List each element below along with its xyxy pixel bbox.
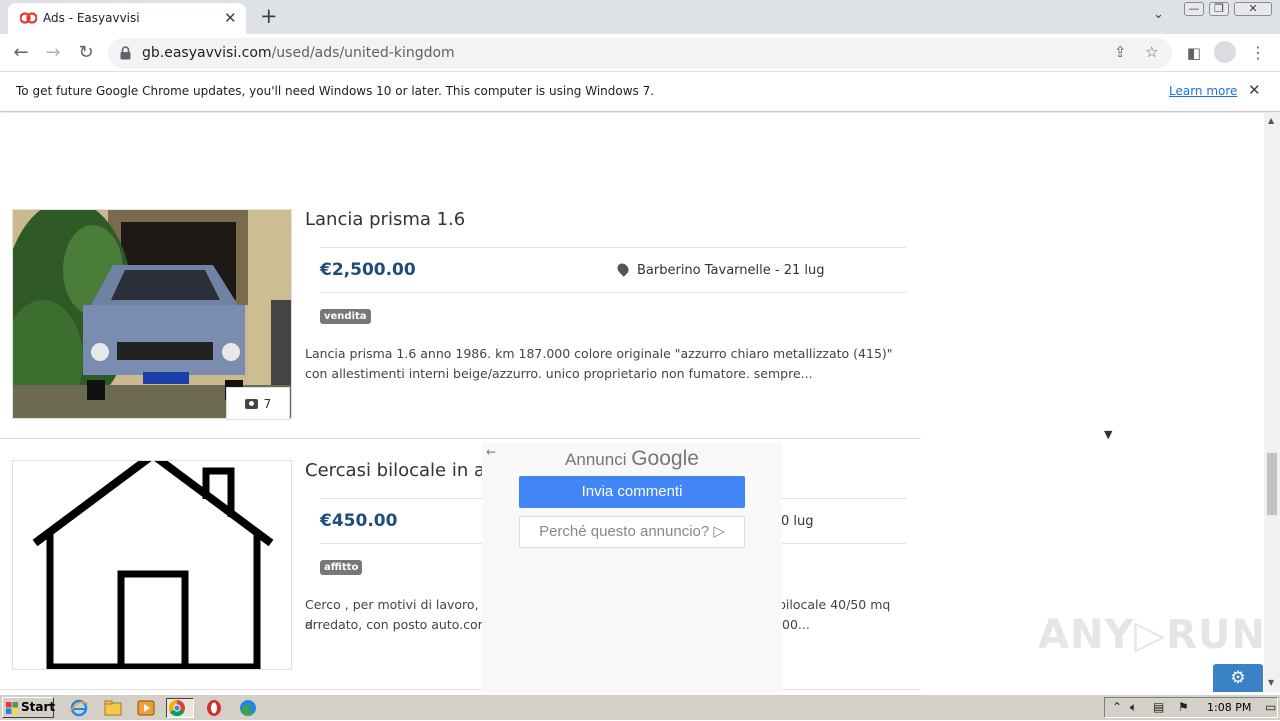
dropdown-arrow-icon[interactable]: ▼ <box>1104 428 1112 441</box>
listing-title[interactable]: Lancia prisma 1.6 <box>305 209 465 230</box>
google-ad-feedback-panel: ← Annunci Google Invia commenti Perché q… <box>482 443 782 692</box>
location-pin-icon <box>615 261 631 277</box>
show-desktop-icon[interactable]: ▭ <box>1265 700 1276 714</box>
scroll-thumb[interactable] <box>1267 453 1277 515</box>
listing-location: 0 lug <box>781 514 814 529</box>
volume-icon[interactable]: 🔈︎ <box>1130 700 1137 715</box>
show-hidden-icons-icon[interactable]: ⌃ <box>1112 700 1122 714</box>
lock-icon <box>120 46 131 60</box>
listing-title[interactable]: Cercasi bilocale in a <box>305 460 485 481</box>
learn-more-link[interactable]: Learn more <box>1169 84 1237 98</box>
page-scrollbar[interactable]: ▲ ▼ <box>1264 113 1280 692</box>
listing-card[interactable]: 7 Lancia prisma 1.6 €2,500.00 Barberino … <box>0 209 921 460</box>
listing-price: €450.00 <box>320 511 398 531</box>
why-this-ad-button[interactable]: Perché questo annuncio? ▷ <box>519 516 745 548</box>
divider <box>320 292 906 293</box>
house-icon <box>13 461 291 669</box>
scroll-up-icon[interactable]: ▲ <box>1268 116 1274 125</box>
forward-arrow-icon[interactable]: → <box>42 42 64 64</box>
side-panel-icon[interactable]: ◧ <box>1183 42 1205 64</box>
update-infobar: To get future Google Chrome updates, you… <box>0 72 1280 112</box>
url-text[interactable]: gb.easyavvisi.com/used/ads/united-kingdo… <box>142 45 455 61</box>
network-icon[interactable]: ▤ <box>1153 700 1164 714</box>
anyrun-watermark: ANY▷RUN <box>1038 612 1264 658</box>
listing-description-line1-tail: bilocale 40/50 mq <box>778 597 891 612</box>
new-tab-button[interactable]: + <box>260 4 278 28</box>
infobar-message: To get future Google Chrome updates, you… <box>16 84 655 98</box>
ads-by-google-label: Annunci Google <box>565 447 699 470</box>
back-arrow-icon[interactable]: ← <box>10 42 32 64</box>
listing-description-line2-tail: 00... <box>782 617 810 632</box>
media-player-icon[interactable] <box>135 698 157 718</box>
reload-icon[interactable]: ↻ <box>75 42 97 64</box>
windows-taskbar: Start ⌃ 🔈︎ ▤ ⚑ ▭ 1:08 PM <box>0 694 1280 720</box>
system-tray: ⌃ 🔈︎ ▤ ⚑ ▭ <box>1104 697 1278 718</box>
settings-gear-icon[interactable]: ⚙ <box>1213 664 1263 692</box>
tab-strip: Ads - Easyavvisi ✕ + ⌄ — ❐ ✕ <box>0 0 1280 34</box>
file-explorer-icon[interactable] <box>102 698 124 718</box>
listing-photo[interactable] <box>12 460 292 670</box>
listing-description-line2: arredato, con posto auto.cor <box>305 617 483 632</box>
listing-divider <box>0 689 921 690</box>
edge-icon[interactable] <box>237 698 259 718</box>
chrome-icon <box>168 699 185 717</box>
infobar-close-icon[interactable]: ✕ <box>1248 81 1261 99</box>
divider <box>320 247 906 248</box>
listing-price: €2,500.00 <box>320 260 416 280</box>
scroll-down-icon[interactable]: ▼ <box>1268 678 1274 687</box>
action-center-flag-icon[interactable]: ⚑ <box>1178 700 1189 714</box>
restore-button[interactable]: ❐ <box>1209 2 1229 16</box>
taskbar-clock[interactable]: 1:08 PM <box>1207 701 1251 714</box>
easyavvisi-favicon-icon <box>20 12 37 24</box>
send-feedback-button[interactable]: Invia commenti <box>519 476 745 508</box>
start-button[interactable]: Start <box>2 697 55 718</box>
profile-avatar-icon[interactable] <box>1214 41 1236 63</box>
internet-explorer-icon[interactable] <box>68 698 90 718</box>
windows-logo-icon <box>6 702 18 714</box>
browser-tab[interactable]: Ads - Easyavvisi ✕ <box>8 3 246 34</box>
window-close-button[interactable]: ✕ <box>1234 2 1272 16</box>
share-icon[interactable]: ⇪ <box>1114 43 1127 61</box>
opera-icon[interactable] <box>203 698 225 718</box>
tab-search-chevron-icon[interactable]: ⌄ <box>1153 7 1164 22</box>
listing-location: Barberino Tavarnelle - 21 lug <box>615 261 824 278</box>
category-badge: vendita <box>320 309 371 324</box>
category-badge: affitto <box>320 560 363 575</box>
camera-icon <box>244 399 258 409</box>
page-content: 7 Lancia prisma 1.6 €2,500.00 Barberino … <box>0 113 1264 692</box>
tab-close-icon[interactable]: ✕ <box>224 9 237 27</box>
tab-title: Ads - Easyavvisi <box>43 11 140 25</box>
listing-description: Lancia prisma 1.6 anno 1986. km 187.000 … <box>305 346 893 381</box>
listing-card[interactable]: Cercasi bilocale in a €450.00 0 lug affi… <box>0 460 921 692</box>
menu-kebab-icon[interactable]: ⋮ <box>1247 42 1269 64</box>
address-bar[interactable]: gb.easyavvisi.com/used/ads/united-kingdo… <box>108 38 1172 68</box>
photo-count-badge[interactable]: 7 <box>226 387 290 420</box>
minimize-button[interactable]: — <box>1184 2 1204 16</box>
browser-toolbar: ← → ↻ gb.easyavvisi.com/used/ads/united-… <box>0 34 1280 72</box>
chrome-taskbar-button[interactable] <box>166 698 194 718</box>
listing-divider <box>0 438 921 439</box>
bookmark-star-icon[interactable]: ☆ <box>1145 43 1158 61</box>
